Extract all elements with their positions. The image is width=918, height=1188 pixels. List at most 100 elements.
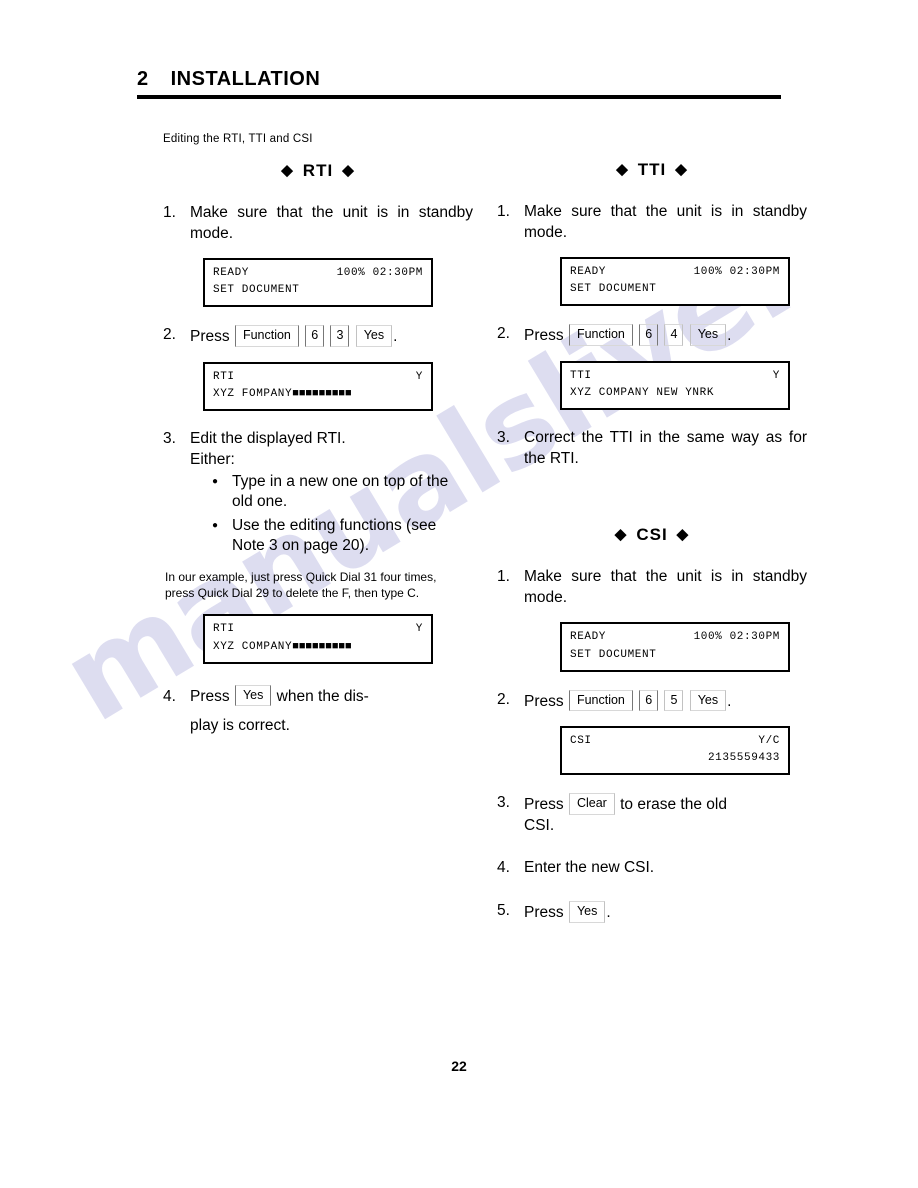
chapter-title: INSTALLATION: [170, 68, 321, 90]
step-text-line1: Edit the displayed RTI.: [190, 430, 346, 448]
rti-display-after-edit: RTI Y XYZ COMPANY■■■■■■■■■: [203, 614, 433, 664]
step-text: Enter the new CSI.: [524, 859, 655, 877]
lcd-line2: XYZ COMPANY NEW YNRK: [570, 386, 715, 399]
csi-step-1: 1. Make sure that the unit is in standby …: [497, 567, 807, 608]
step-number: 1.: [497, 568, 510, 586]
key-clear[interactable]: Clear: [568, 793, 615, 815]
key-6[interactable]: 6: [639, 324, 659, 346]
chapter-number: 2: [137, 68, 149, 90]
section-subhead: Editing the RTI, TTI and CSI: [163, 133, 313, 145]
csi-display-standby: READY 100% 02:30PM SET DOCUMENT: [560, 622, 790, 672]
diamond-icon: ◆: [676, 526, 690, 544]
key-5[interactable]: 5: [664, 689, 684, 712]
rti-section-title: ◆ RTI ◆: [163, 161, 473, 181]
step-text: Make sure that the unit is in standby mo…: [524, 568, 807, 606]
step-text-line2: play is correct.: [190, 716, 290, 734]
step-number: 2.: [497, 690, 510, 708]
lcd-line2-text: XYZ COMPANY: [213, 640, 293, 653]
press-label: Press: [524, 692, 564, 710]
lcd-line1-left: READY: [213, 267, 250, 280]
lcd-line1-right: Y/C: [758, 735, 780, 748]
lcd-line1-left: READY: [570, 631, 607, 644]
press-label: Press: [524, 904, 564, 922]
lcd-line2: 2135559433: [707, 752, 780, 765]
rti-step-4: 4. Press Yes when the dis- play is correc…: [163, 682, 473, 741]
key-4[interactable]: 4: [664, 324, 684, 346]
tti-display-standby: READY 100% 02:30PM SET DOCUMENT: [560, 257, 790, 307]
period: .: [393, 328, 398, 346]
press-label: Press: [524, 796, 564, 814]
lcd-line1-right: Y: [415, 370, 423, 383]
lcd-line2: XYZ COMPANY■■■■■■■■■: [213, 639, 423, 656]
lcd-line1-right: Y: [772, 369, 780, 382]
lcd-line1-left: TTI: [570, 369, 592, 382]
tti-step-3: 3. Correct the TTI in the same way as for…: [497, 428, 807, 469]
step-number: 1.: [163, 204, 176, 221]
rti-display-standby: READY 100% 02:30PM SET DOCUMENT: [203, 258, 433, 308]
csi-step-3: 3. Press Clear to erase the old CSI.: [497, 793, 807, 836]
press-label: Press: [190, 687, 230, 705]
step-number: 3.: [497, 429, 510, 447]
lcd-line2: SET DOCUMENT: [213, 284, 300, 297]
step-text-line2: Either:: [190, 450, 235, 468]
tti-section-title: ◆ TTI ◆: [497, 160, 807, 180]
lcd-line2: SET DOCUMENT: [570, 648, 657, 661]
diamond-icon: ◆: [616, 161, 629, 178]
lcd-line2: SET DOCUMENT: [570, 283, 657, 296]
lcd-line1-left: RTI: [213, 623, 235, 636]
step-number: 5.: [497, 902, 510, 920]
step-text: Make sure that the unit is in standby mo…: [190, 204, 473, 242]
key-function[interactable]: Function: [234, 325, 299, 347]
lcd-cursor-blocks: ■■■■■■■■■: [292, 640, 352, 653]
press-label: Press: [524, 327, 564, 345]
rti-step-3: 3. Edit the displayed RTI. Either: Type …: [163, 429, 473, 556]
step-text-line2: CSI.: [524, 816, 555, 834]
step-text-after-key: when the dis-: [276, 687, 369, 705]
key-function[interactable]: Function: [568, 324, 633, 346]
header-rule: [137, 95, 781, 99]
step-number: 3.: [497, 794, 510, 812]
lcd-line1-left: RTI: [213, 370, 235, 383]
key-6[interactable]: 6: [639, 689, 659, 712]
rti-edit-options: Type in a new one on top of the old one.…: [190, 472, 473, 556]
list-item: Use the editing functions (see Note 3 on…: [212, 516, 473, 556]
key-6[interactable]: 6: [305, 325, 325, 347]
lcd-line1-left: READY: [570, 266, 607, 279]
csi-section-title: ◆ CSI ◆: [497, 525, 807, 545]
key-yes[interactable]: Yes: [355, 325, 393, 347]
key-yes[interactable]: Yes: [689, 689, 727, 712]
period: .: [727, 327, 732, 345]
manual-page: manualslive.com 2 INSTALLATION Editing th…: [0, 0, 918, 1188]
tti-step-1: 1. Make sure that the unit is in standby …: [497, 202, 807, 243]
lcd-cursor-blocks: ■■■■■■■■■: [292, 387, 352, 400]
csi-step-2: 2. Press Function 6 5 Yes.: [497, 689, 807, 713]
page-number: 22: [451, 1058, 467, 1074]
left-column: Editing the RTI, TTI and CSI ◆ RTI ◆ 1. Mak…: [163, 133, 473, 754]
key-yes[interactable]: Yes: [689, 324, 727, 346]
step-number: 4.: [163, 687, 176, 705]
step-text: Make sure that the unit is in standby mo…: [524, 203, 807, 241]
csi-step-5: 5. Press Yes.: [497, 901, 807, 924]
diamond-icon: ◆: [342, 162, 355, 179]
lcd-line1-right: 100% 02:30PM: [693, 266, 780, 279]
step-number: 4.: [497, 859, 510, 877]
csi-display-value: CSI Y/C 2135559433: [560, 726, 790, 776]
tti-step-2: 2. Press Function 6 4 Yes.: [497, 324, 807, 347]
period: .: [606, 904, 611, 922]
lcd-line1-right: 100% 02:30PM: [336, 267, 423, 280]
lcd-line2: XYZ FOMPANY■■■■■■■■■: [213, 386, 423, 403]
tti-display-value: TTI Y XYZ COMPANY NEW YNRK: [560, 360, 790, 411]
step-number: 2.: [163, 326, 176, 344]
list-item: Type in a new one on top of the old one.: [212, 472, 473, 512]
chapter-header: 2 INSTALLATION: [137, 68, 781, 99]
rti-step-2: 2. Press Function 6 3 Yes.: [163, 325, 473, 348]
diamond-icon: ◆: [614, 526, 628, 544]
key-3[interactable]: 3: [330, 325, 350, 347]
key-function[interactable]: Function: [568, 689, 633, 712]
press-label: Press: [190, 328, 230, 346]
key-yes[interactable]: Yes: [568, 901, 606, 923]
key-yes[interactable]: Yes: [234, 684, 272, 707]
csi-title-text: CSI: [636, 525, 668, 545]
rti-step-1: 1. Make sure that the unit is in standby …: [163, 203, 473, 244]
right-column: ◆ TTI ◆ 1. Make sure that the unit is in st…: [497, 160, 807, 938]
